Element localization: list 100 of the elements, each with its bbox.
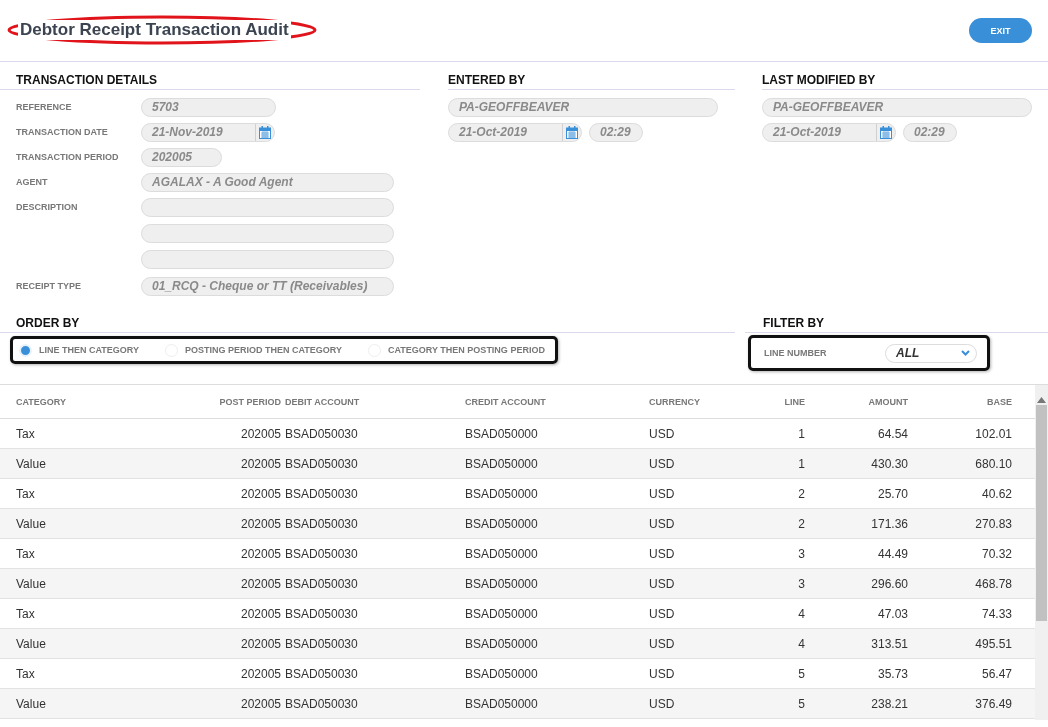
column-header: LINE <box>783 396 805 407</box>
table-cell-text: BSAD050000 <box>465 696 539 711</box>
table-cell-text: 171.36 <box>870 516 908 531</box>
field-label: REFERENCE <box>16 101 73 114</box>
table-cell-text: Value <box>16 696 47 711</box>
user-field[interactable]: PA-GEOFFBEAVER <box>448 98 718 117</box>
table-cell-text: USD <box>649 486 676 501</box>
table-cell-text: 3 <box>797 576 805 591</box>
table-cell-text: BSAD050030 <box>284 636 359 651</box>
table-cell-text: 4 <box>797 636 805 651</box>
table-cell-text: Tax <box>16 666 36 681</box>
field-label: AGENT <box>16 176 49 189</box>
field-label: LINE NUMBER <box>764 346 827 360</box>
table-cell-text: 1 <box>797 456 805 471</box>
table-cell-text: 202005 <box>239 486 281 501</box>
table-cell-text: USD <box>649 696 676 711</box>
table-cell-text: 1 <box>797 426 805 441</box>
table-cell-text: Value <box>16 576 47 591</box>
table-cell-text: 5 <box>797 696 805 711</box>
table-cell-text: 2 <box>797 516 805 531</box>
text-field[interactable]: 01_RCQ - Cheque or TT (Receivables) <box>141 277 394 296</box>
table-cell-text: 44.49 <box>876 546 908 561</box>
user-field[interactable]: PA-GEOFFBEAVER <box>762 98 1032 117</box>
table-cell-text: USD <box>649 636 676 651</box>
table-cell-text: 64.54 <box>876 426 908 441</box>
radio-icon[interactable] <box>19 343 32 357</box>
time-field[interactable]: 02:29 <box>589 123 643 142</box>
table-cell-text: 102.01 <box>974 426 1012 441</box>
calendar-icon[interactable] <box>880 126 892 139</box>
table-cell-text: 296.60 <box>870 576 908 591</box>
page-title: Debtor Receipt Transaction Audit <box>18 19 291 40</box>
table-cell-text: BSAD050000 <box>465 666 539 681</box>
table-cell-text: 74.33 <box>980 606 1012 621</box>
radio-option[interactable]: POSTING PERIOD THEN CATEGORY <box>165 343 343 357</box>
table-cell-text: 430.30 <box>870 456 908 471</box>
column-header: CREDIT ACCOUNT <box>465 396 547 407</box>
table-cell-text: USD <box>649 426 676 441</box>
table-cell-text: 270.83 <box>974 516 1012 531</box>
table-cell-text: BSAD050030 <box>284 456 359 471</box>
table-cell-text: BSAD050000 <box>465 546 539 561</box>
date-field[interactable]: 21-Oct-2019 <box>762 123 896 142</box>
table-cell-text: BSAD050030 <box>284 576 359 591</box>
section-heading: TRANSACTION DETAILS <box>0 62 420 90</box>
table-cell-text: BSAD050030 <box>284 666 359 681</box>
table-cell-text: 70.32 <box>980 546 1012 561</box>
table-cell-text: BSAD050000 <box>465 576 539 591</box>
table-cell-text: 25.70 <box>876 486 908 501</box>
table-cell-text: Value <box>16 516 47 531</box>
table-cell-text: BSAD050030 <box>284 486 359 501</box>
table-cell-text: Tax <box>16 606 36 621</box>
table-cell-text: 40.62 <box>980 486 1012 501</box>
table-cell-text: BSAD050000 <box>465 456 539 471</box>
calendar-icon[interactable] <box>259 126 271 139</box>
section-heading: FILTER BY <box>745 308 1048 333</box>
scroll-up-icon[interactable] <box>1037 397 1046 403</box>
table-cell-text: 3 <box>797 546 805 561</box>
table-cell-text: 2 <box>797 486 805 501</box>
table-cell-text: USD <box>649 456 676 471</box>
exit-button[interactable]: EXIT <box>969 18 1032 43</box>
text-field[interactable]: 202005 <box>141 148 222 167</box>
table-cell-text: 47.03 <box>876 606 908 621</box>
table-cell-text: Tax <box>16 426 36 441</box>
table-cell-text: BSAD050000 <box>465 636 539 651</box>
text-field[interactable]: 5703 <box>141 98 276 117</box>
table-cell-text: 202005 <box>239 456 281 471</box>
field-label: TRANSACTION DATE <box>16 126 109 139</box>
radio-option[interactable]: CATEGORY THEN POSTING PERIOD <box>368 343 545 357</box>
table-cell-text: 202005 <box>239 696 281 711</box>
table-cell-text: Value <box>16 636 47 651</box>
table-cell-text: 468.78 <box>974 576 1012 591</box>
date-field[interactable]: 21-Oct-2019 <box>448 123 582 142</box>
scrollbar-thumb[interactable] <box>1036 405 1047 621</box>
table-cell-text: 202005 <box>239 426 281 441</box>
table-cell-text: BSAD050030 <box>284 516 359 531</box>
table-cell-text: Tax <box>16 486 36 501</box>
text-field[interactable]: AGALAX - A Good Agent <box>141 173 394 192</box>
column-header: DEBIT ACCOUNT <box>284 396 361 407</box>
description-field[interactable] <box>141 250 394 269</box>
table-cell-text: 202005 <box>239 636 281 651</box>
table-cell-text: 495.51 <box>974 636 1012 651</box>
scrollbar[interactable] <box>1035 385 1048 720</box>
time-field[interactable]: 02:29 <box>903 123 957 142</box>
table-cell-text: USD <box>649 546 676 561</box>
calendar-icon[interactable] <box>566 126 578 139</box>
table-cell-text: USD <box>649 606 676 621</box>
description-field[interactable] <box>141 198 394 217</box>
description-field[interactable] <box>141 224 394 243</box>
table-cell-text: BSAD050000 <box>465 516 539 531</box>
table-cell-text: 35.73 <box>876 666 908 681</box>
column-header: CURRENCY <box>649 396 701 407</box>
table-cell-text: BSAD050030 <box>284 546 359 561</box>
table-cell-text: BSAD050030 <box>284 606 359 621</box>
table-cell-text: 202005 <box>239 576 281 591</box>
radio-option[interactable]: LINE THEN CATEGORY <box>19 343 139 357</box>
table-cell-text: BSAD050000 <box>465 606 539 621</box>
column-header: AMOUNT <box>867 396 908 407</box>
date-field[interactable]: 21-Nov-2019 <box>141 123 275 142</box>
field-label: RECEIPT TYPE <box>16 280 82 293</box>
table-cell-text: USD <box>649 666 676 681</box>
table-cell-text: USD <box>649 516 676 531</box>
